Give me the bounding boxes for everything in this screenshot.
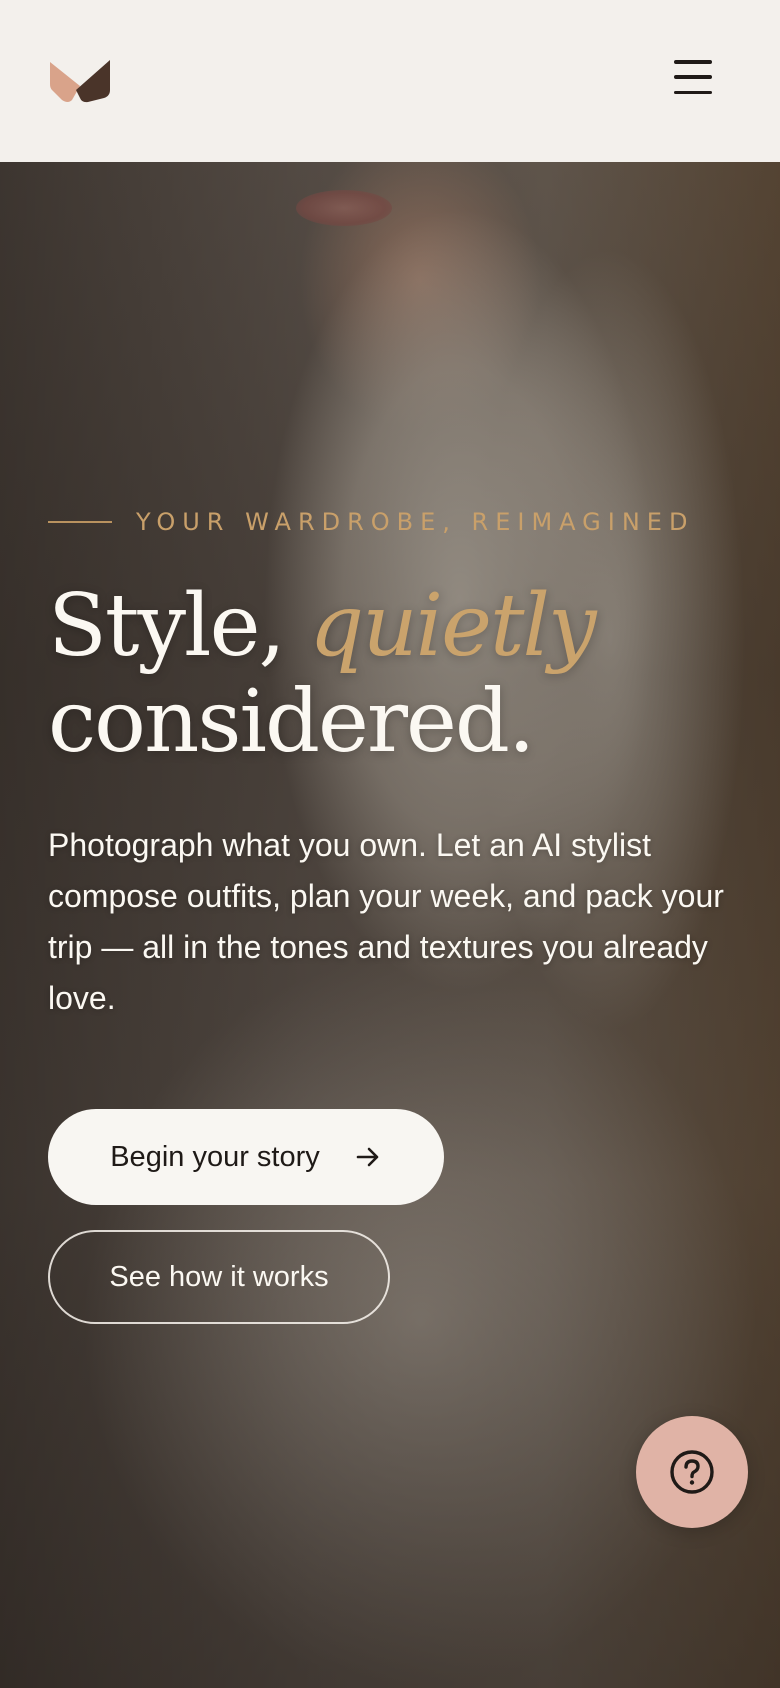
headline-part-1: Style, <box>48 576 286 676</box>
eyebrow-text: YOUR WARDROBE, REIMAGINED <box>136 508 695 536</box>
begin-your-story-label: Begin your story <box>110 1140 320 1173</box>
eyebrow-divider <box>48 521 112 523</box>
hero-description: Photograph what you own. Let an AI styli… <box>48 827 724 1016</box>
begin-your-story-button[interactable]: Begin your story <box>48 1109 444 1205</box>
brand-logo-icon[interactable] <box>48 56 112 104</box>
hamburger-menu-icon <box>674 60 712 64</box>
question-circle-icon <box>670 1450 714 1494</box>
see-how-it-works-label: See how it works <box>109 1260 329 1293</box>
site-header <box>0 0 780 162</box>
menu-button[interactable] <box>674 60 712 94</box>
help-button[interactable] <box>636 1416 748 1528</box>
headline-part-2: considered. <box>48 672 535 772</box>
arrow-right-icon <box>356 1147 379 1167</box>
hero-eyebrow: YOUR WARDROBE, REIMAGINED <box>48 508 694 536</box>
headline-accent: quietly <box>309 576 596 676</box>
see-how-it-works-button[interactable]: See how it works <box>48 1230 390 1324</box>
hero-headline: Style, quietly considered. <box>48 578 748 770</box>
